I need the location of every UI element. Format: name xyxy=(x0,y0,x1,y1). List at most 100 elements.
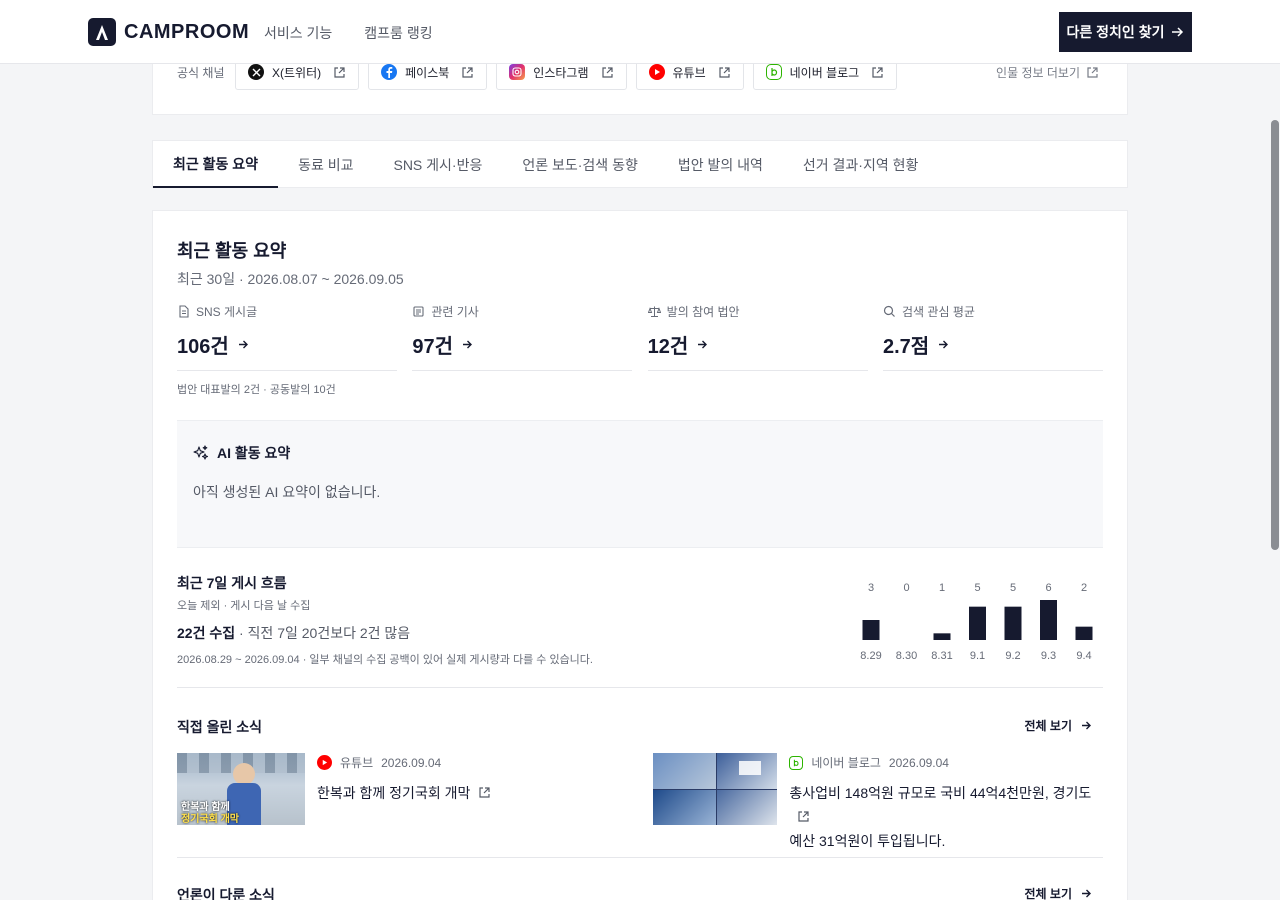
chart-bar xyxy=(1075,626,1093,640)
weekly-count: 22건 수집 · 직전 7일 20건보다 2건 많음 xyxy=(177,623,410,643)
section-title: 최근 활동 요약 xyxy=(177,241,287,261)
post-date: 2026.09.04 xyxy=(381,755,442,770)
ai-summary-title: AI 활동 요약 xyxy=(193,443,290,463)
naver-blog-icon xyxy=(765,64,782,80)
stat-search-interest[interactable]: 검색 관심 평균 2.7점 xyxy=(882,303,1103,371)
stats-row: SNS 게시글 106건 관련 기사 97건 발의 참여 법안 12건 검색 관… xyxy=(177,303,1103,371)
stat-label-text: 발의 참여 법안 xyxy=(666,305,740,319)
thumb-caption-2: 정기국회 개막 xyxy=(181,814,239,825)
tab-activity-summary[interactable]: 최근 활동 요약 xyxy=(153,141,279,188)
external-link-icon xyxy=(601,66,613,78)
post-date: 2026.09.04 xyxy=(888,755,949,770)
section-tabs: 최근 활동 요약 동료 비교 SNS 게시·반응 언론 보도·검색 동향 법안 … xyxy=(152,140,1128,188)
stat-label-text: 검색 관심 평균 xyxy=(901,305,975,319)
weekly-title: 최근 7일 게시 흐름 xyxy=(177,575,287,591)
weekly-note: 2026.08.29 ~ 2026.09.04 · 일부 채널의 수집 공백이 … xyxy=(177,654,593,666)
nav-service-features[interactable]: 서비스 기능 xyxy=(264,23,332,43)
chart-category-label: 8.29 xyxy=(860,650,881,662)
stat-value-text: 12건 xyxy=(647,336,689,358)
arrow-right-icon xyxy=(462,340,472,349)
press-see-all-link[interactable]: 전체 보기 xyxy=(1025,885,1094,900)
chart-category-label: 9.4 xyxy=(1076,650,1091,662)
logo-text: CAMPROOM xyxy=(124,20,250,43)
scale-icon xyxy=(647,306,661,317)
chart-category-label: 9.2 xyxy=(1005,650,1020,662)
more-profile-link[interactable]: 인물 정보 더보기 xyxy=(996,64,1099,81)
stat-articles[interactable]: 관련 기사 97건 xyxy=(412,303,633,371)
stat-label-text: 관련 기사 xyxy=(431,305,479,319)
arrow-right-icon xyxy=(698,340,708,349)
post-meta: 유튜브 2026.09.04 xyxy=(317,754,491,771)
chart-value-label: 1 xyxy=(939,582,945,594)
direct-posts-title: 직접 올린 소식 xyxy=(177,719,263,735)
find-politician-button[interactable]: 다른 정치인 찾기 xyxy=(1059,12,1192,52)
nav-ranking[interactable]: 캠프룸 랭킹 xyxy=(364,23,432,43)
bills-breakdown-note: 법안 대표발의 2건 · 공동발의 10건 xyxy=(177,384,336,396)
chart-category-label: 8.30 xyxy=(896,650,917,662)
main-nav: 서비스 기능 캠프룸 랭킹 xyxy=(264,23,433,43)
chart-value-label: 5 xyxy=(1010,582,1016,594)
camproom-logo[interactable]: CAMPROOM xyxy=(88,18,249,46)
chart-category-label: 8.31 xyxy=(931,650,952,662)
chart-bar xyxy=(1004,606,1022,640)
post-title-text: 한복과 함께 정기국회 개막 xyxy=(317,785,471,801)
stat-value-text: 2.7점 xyxy=(882,336,930,358)
stat-sns-posts[interactable]: SNS 게시글 106건 xyxy=(177,303,397,371)
ai-summary-empty-text: 아직 생성된 AI 요약이 없습니다. xyxy=(193,484,381,500)
tab-sns[interactable]: SNS 게시·반응 xyxy=(373,141,502,188)
top-header: CAMPROOM 서비스 기능 캠프룸 랭킹 다른 정치인 찾기 xyxy=(0,0,1280,64)
stat-value: 106건 xyxy=(177,330,397,359)
tab-bills[interactable]: 법안 발의 내역 xyxy=(658,141,783,188)
press-coverage-title: 언론이 다룬 소식 xyxy=(177,887,275,900)
tab-press-search[interactable]: 언론 보도·검색 동향 xyxy=(502,141,657,188)
post-item-naver-blog[interactable]: 네이버 블로그 2026.09.04 총사업비 148억원 규모로 국비 44억… xyxy=(653,753,1103,853)
activity-summary-card: 최근 활동 요약 최근 30일 · 2026.08.07 ~ 2026.09.0… xyxy=(152,210,1128,900)
tab-peer-comparison[interactable]: 동료 비교 xyxy=(278,141,373,188)
stat-value-text: 97건 xyxy=(412,336,453,358)
external-link-icon xyxy=(872,66,883,78)
post-meta: 네이버 블로그 2026.09.04 xyxy=(789,754,1103,771)
stat-label: 검색 관심 평균 xyxy=(883,303,1103,320)
weekly-post-flow: 최근 7일 게시 흐름 오늘 제외 · 게시 다음 날 수집 22건 수집 · … xyxy=(177,573,1103,688)
posts-see-all-link[interactable]: 전체 보기 xyxy=(1025,717,1094,734)
stat-bills[interactable]: 발의 참여 법안 12건 xyxy=(647,303,868,371)
x-icon xyxy=(248,64,264,80)
external-link-icon xyxy=(719,66,730,78)
facebook-icon xyxy=(381,64,398,80)
section-period: 최근 30일 · 2026.08.07 ~ 2026.09.05 xyxy=(177,271,404,287)
external-link-icon xyxy=(479,787,490,798)
external-link-icon xyxy=(1087,67,1098,78)
external-link-icon xyxy=(798,811,809,822)
post-title-line1: 총사업비 148억원 규모로 국비 44억4천만원, 경기도 xyxy=(789,785,1092,801)
logo-mark-icon xyxy=(88,18,116,46)
find-politician-label: 다른 정치인 찾기 xyxy=(1066,24,1165,40)
weekly-count-bold: 22건 수집 xyxy=(177,625,236,641)
youtube-icon xyxy=(317,755,332,770)
stat-label-text: SNS 게시글 xyxy=(196,305,258,319)
chart-category-label: 9.1 xyxy=(970,650,985,662)
page-scrollbar[interactable] xyxy=(1271,120,1279,550)
arrow-right-icon xyxy=(1172,27,1184,37)
see-all-label: 전체 보기 xyxy=(1024,887,1073,900)
channel-name: X(트위터) xyxy=(272,65,322,80)
instagram-icon xyxy=(509,64,526,80)
document-icon xyxy=(179,305,189,318)
tab-election[interactable]: 선거 결과·지역 현황 xyxy=(783,141,938,188)
ai-title-text: AI 활동 요약 xyxy=(217,445,291,461)
post-title-line2: 예산 31억원이 투입됩니다. xyxy=(789,833,946,849)
ai-summary-box: AI 활동 요약 아직 생성된 AI 요약이 없습니다. xyxy=(177,420,1103,548)
direct-posts-section: 직접 올린 소식 전체 보기 한복과 함께 정기국회 개막 유튜브 2026.0… xyxy=(177,713,1103,858)
chart-value-label: 2 xyxy=(1081,582,1087,594)
post-channel: 유튜브 xyxy=(340,756,374,770)
stat-label: 관련 기사 xyxy=(412,303,632,320)
post-channel: 네이버 블로그 xyxy=(811,756,881,770)
youtube-icon xyxy=(648,64,665,80)
naver-blog-icon xyxy=(789,755,804,770)
chart-value-label: 6 xyxy=(1045,582,1051,594)
post-item-youtube[interactable]: 한복과 함께 정기국회 개막 유튜브 2026.09.04 한복과 함께 정기국… xyxy=(177,753,491,825)
chart-bar xyxy=(862,620,880,640)
search-icon xyxy=(883,305,895,317)
chart-bar xyxy=(1040,600,1057,640)
channel-name: 유튜브 xyxy=(672,65,706,80)
stat-value: 12건 xyxy=(648,330,868,359)
